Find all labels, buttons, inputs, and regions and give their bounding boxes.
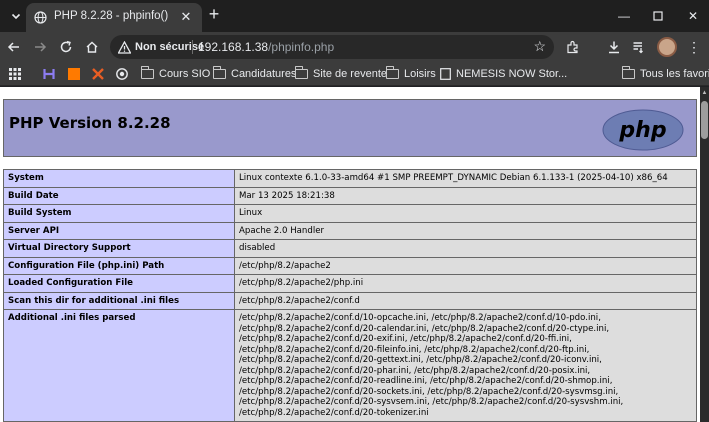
row-key: System	[3, 169, 235, 188]
window-close-icon[interactable]: ✕	[683, 6, 703, 26]
table-row: Build Date Mar 13 2025 18:21:38	[3, 186, 697, 205]
bookmark-folder-site-de-revente[interactable]: Site de revente	[294, 66, 387, 82]
table-row: Server API Apache 2.0 Handler	[3, 221, 697, 240]
row-value: Linux	[234, 204, 697, 223]
row-key: Build System	[3, 204, 235, 223]
bookmark-star-icon[interactable]: ☆	[533, 38, 546, 55]
row-value: Mar 13 2025 18:21:38	[234, 186, 697, 205]
bookmark-label: Loisirs	[404, 68, 436, 80]
new-tab-button[interactable]: +	[205, 5, 223, 23]
folder-icon	[140, 66, 154, 79]
row-key: Configuration File (php.ini) Path	[3, 256, 235, 275]
avatar[interactable]	[657, 37, 677, 57]
row-key: Server API	[3, 221, 235, 240]
row-key: Build Date	[3, 186, 235, 205]
bookmark-label: Tous les favoris	[640, 68, 709, 80]
table-row: Virtual Directory Support disabled	[3, 239, 697, 258]
reload-icon[interactable]	[56, 37, 76, 57]
kebab-menu-icon[interactable]: ⋮	[684, 37, 704, 57]
back-arrow-icon[interactable]	[4, 37, 24, 57]
page-icon	[440, 68, 451, 80]
chevron-down-icon	[11, 13, 21, 20]
bookmark-label: Candidatures	[231, 68, 297, 80]
bookmark-label: Site de revente	[313, 68, 387, 80]
address-bar[interactable]: Non sécurisé 192.168.1.38/phpinfo.php ☆	[110, 35, 554, 59]
scroll-up-arrow-icon[interactable]: ▲	[701, 89, 708, 97]
home-icon[interactable]	[82, 37, 102, 57]
minimize-icon[interactable]: —	[614, 6, 634, 26]
row-value: disabled	[234, 239, 697, 258]
reading-list-icon[interactable]	[629, 37, 649, 57]
tab-strip: PHP 8.2.28 - phpinfo() ✕ + — ✕	[0, 0, 709, 32]
url-host: 192.168.1.38	[198, 40, 269, 54]
globe-icon	[34, 11, 47, 24]
row-key: Scan this dir for additional .ini files	[3, 291, 235, 310]
forward-arrow-icon[interactable]	[30, 37, 50, 57]
row-value: Linux contexte 6.1.0-33-amd64 #1 SMP PRE…	[234, 169, 697, 188]
close-icon[interactable]: ✕	[178, 9, 194, 25]
circle-logo-icon[interactable]	[116, 66, 128, 82]
toolbar: Non sécurisé 192.168.1.38/phpinfo.php ☆ …	[0, 32, 709, 62]
bookmark-label: NEMESIS NOW Stor...	[456, 68, 568, 80]
row-key: Additional .ini files parsed	[3, 309, 235, 422]
phpinfo-header: PHP Version 8.2.28 php	[3, 99, 697, 157]
table-row: Configuration File (php.ini) Path /etc/p…	[3, 256, 697, 275]
folder-icon	[385, 66, 399, 79]
bookmark-nemesis-now[interactable]: NEMESIS NOW Stor...	[440, 66, 567, 82]
bookmark-label: Cours SIO	[159, 68, 211, 80]
bookmark-folder-candidatures[interactable]: Candidatures	[212, 66, 297, 82]
orange-x-icon[interactable]	[92, 66, 104, 82]
table-row: Scan this dir for additional .ini files …	[3, 291, 697, 310]
php-logo-icon: php	[602, 109, 684, 151]
orange-square-icon[interactable]	[68, 66, 80, 82]
page-title: PHP Version 8.2.28	[9, 114, 171, 132]
download-icon[interactable]	[604, 37, 624, 57]
maximize-icon[interactable]	[648, 6, 668, 26]
phpinfo-table: System Linux contexte 6.1.0-33-amd64 #1 …	[3, 169, 697, 422]
row-value: /etc/php/8.2/apache2	[234, 256, 697, 275]
bookmarks-bar: Cours SIO Candidatures Site de revente L…	[0, 62, 709, 86]
url-text[interactable]: 192.168.1.38/phpinfo.php	[198, 40, 334, 54]
bookmark-folder-loisirs[interactable]: Loisirs	[385, 66, 436, 82]
row-value: /etc/php/8.2/apache2/php.ini	[234, 274, 697, 293]
tab-title: PHP 8.2.28 - phpinfo()	[54, 10, 169, 22]
folder-icon	[621, 66, 635, 79]
bookmark-folder-cours-sio[interactable]: Cours SIO	[140, 66, 211, 82]
tab-search-button[interactable]	[6, 6, 26, 26]
row-value: /etc/php/8.2/apache2/conf.d	[234, 291, 697, 310]
table-row: Build System Linux	[3, 204, 697, 223]
warning-icon	[118, 40, 131, 54]
folder-icon	[294, 66, 308, 79]
page-viewport: PHP Version 8.2.28 php System Linux cont…	[0, 87, 700, 422]
security-label: Non sécurisé	[135, 41, 205, 53]
table-row: Additional .ini files parsed /etc/php/8.…	[3, 309, 697, 422]
extensions-icon[interactable]	[563, 37, 583, 57]
svg-text:php: php	[618, 118, 666, 143]
bookmark-all-favorites[interactable]: Tous les favoris	[621, 66, 709, 82]
row-value: /etc/php/8.2/apache2/conf.d/10-opcache.i…	[234, 309, 697, 422]
row-key: Loaded Configuration File	[3, 274, 235, 293]
row-key: Virtual Directory Support	[3, 239, 235, 258]
apps-grid-icon[interactable]	[9, 66, 21, 82]
purple-h-icon[interactable]	[43, 66, 55, 82]
row-value: Apache 2.0 Handler	[234, 221, 697, 240]
table-row: Loaded Configuration File /etc/php/8.2/a…	[3, 274, 697, 293]
url-path: /phpinfo.php	[268, 40, 335, 54]
scrollbar-thumb[interactable]	[701, 101, 708, 139]
tab-phpinfo[interactable]: PHP 8.2.28 - phpinfo() ✕	[26, 3, 202, 32]
folder-icon	[212, 66, 226, 79]
divider	[192, 40, 193, 54]
table-row: System Linux contexte 6.1.0-33-amd64 #1 …	[3, 169, 697, 188]
